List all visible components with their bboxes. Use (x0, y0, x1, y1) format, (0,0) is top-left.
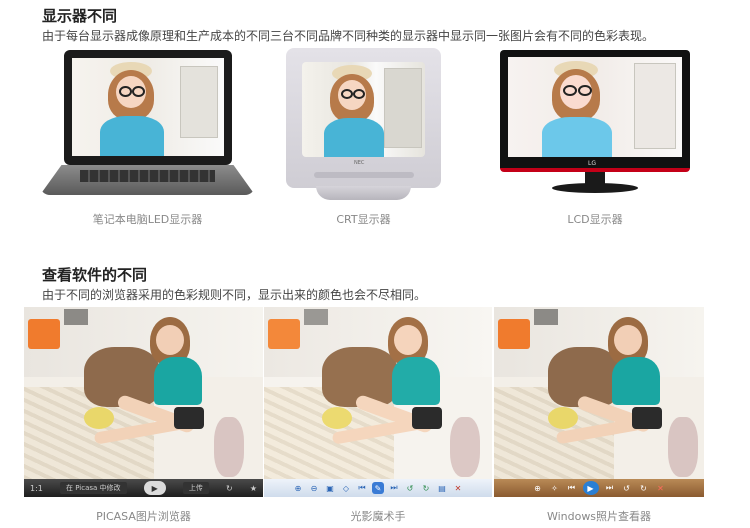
zoom-icon[interactable]: ⊕ (532, 482, 544, 494)
star-icon[interactable]: ★ (250, 484, 257, 493)
picasa-upload-button[interactable]: 上传 (182, 482, 209, 494)
prev-icon[interactable]: ⏮ (356, 482, 368, 494)
lcd-screen-photo (508, 57, 682, 157)
caption-lcd: LCD显示器 (567, 213, 623, 226)
lcd-monitor-image: LG (500, 50, 690, 195)
caption-laptop: 笔记本电脑LED显示器 (92, 213, 203, 226)
zoom-out-icon[interactable]: ⊖ (308, 482, 320, 494)
next-icon[interactable]: ⏭ (388, 482, 400, 494)
windows-viewer-photo: ⊕ ✧ ⏮ ▶ ⏭ ↺ ↻ ✕ (494, 307, 704, 497)
fit-icon[interactable]: ▣ (324, 482, 336, 494)
caption-nikon: 光影魔术手 (350, 510, 406, 523)
picasa-edit-button[interactable]: 在 Picasa 中修改 (60, 482, 127, 494)
edit-icon[interactable]: ✎ (372, 482, 384, 494)
play-icon[interactable]: ▶ (143, 481, 166, 495)
zoom-in-icon[interactable]: ⊕ (292, 482, 304, 494)
section-title-viewers: 查看软件的不同 (42, 266, 148, 284)
rotate-icon[interactable]: ↻ (226, 484, 233, 493)
picasa-zoom-label[interactable]: 1:1 (30, 484, 43, 493)
section-desc-monitors: 由于每台显示器成像原理和生产成本的不同三台不同品牌不同种类的显示器中显示同一张图… (42, 29, 655, 43)
actual-size-icon[interactable]: ✧ (549, 482, 561, 494)
rotate-right-icon[interactable]: ↻ (638, 482, 650, 494)
crt-monitor-image: NEC (286, 48, 441, 200)
crt-screen-photo (302, 62, 425, 157)
rotate-left-icon[interactable]: ↺ (404, 482, 416, 494)
prev-icon[interactable]: ⏮ (566, 482, 578, 494)
delete-icon[interactable]: ✕ (452, 482, 464, 494)
lcd-brand-label: LG (588, 160, 596, 167)
laptop-screen-photo (72, 58, 224, 156)
slideshow-icon[interactable]: ▶ (582, 481, 599, 495)
rotate-right-icon[interactable]: ↻ (420, 482, 432, 494)
nikon-toolbar: ⊕ ⊖ ▣ ◇ ⏮ ✎ ⏭ ↺ ↻ ▤ ✕ (264, 479, 492, 497)
actual-size-icon[interactable]: ◇ (340, 482, 352, 494)
nikon-photo: ⊕ ⊖ ▣ ◇ ⏮ ✎ ⏭ ↺ ↻ ▤ ✕ (264, 307, 492, 497)
picasa-toolbar: 1:1 在 Picasa 中修改 ▶ 上传 ↻ ★ (24, 479, 263, 497)
picasa-photo: 1:1 在 Picasa 中修改 ▶ 上传 ↻ ★ (24, 307, 263, 497)
section-title-monitors: 显示器不同 (42, 7, 118, 25)
caption-picasa: PICASA图片浏览器 (96, 510, 191, 523)
laptop-image (40, 50, 255, 200)
crt-brand-label: NEC (354, 160, 365, 166)
rotate-left-icon[interactable]: ↺ (621, 482, 633, 494)
section-desc-viewers: 由于不同的浏览器采用的色彩规则不同，显示出来的颜色也会不尽相同。 (42, 288, 427, 302)
next-icon[interactable]: ⏭ (604, 482, 616, 494)
save-icon[interactable]: ▤ (436, 482, 448, 494)
caption-windows-viewer: Windows照片查看器 (546, 510, 652, 523)
caption-crt: CRT显示器 (336, 213, 391, 226)
delete-icon[interactable]: ✕ (655, 482, 667, 494)
windows-viewer-toolbar: ⊕ ✧ ⏮ ▶ ⏭ ↺ ↻ ✕ (494, 479, 704, 497)
